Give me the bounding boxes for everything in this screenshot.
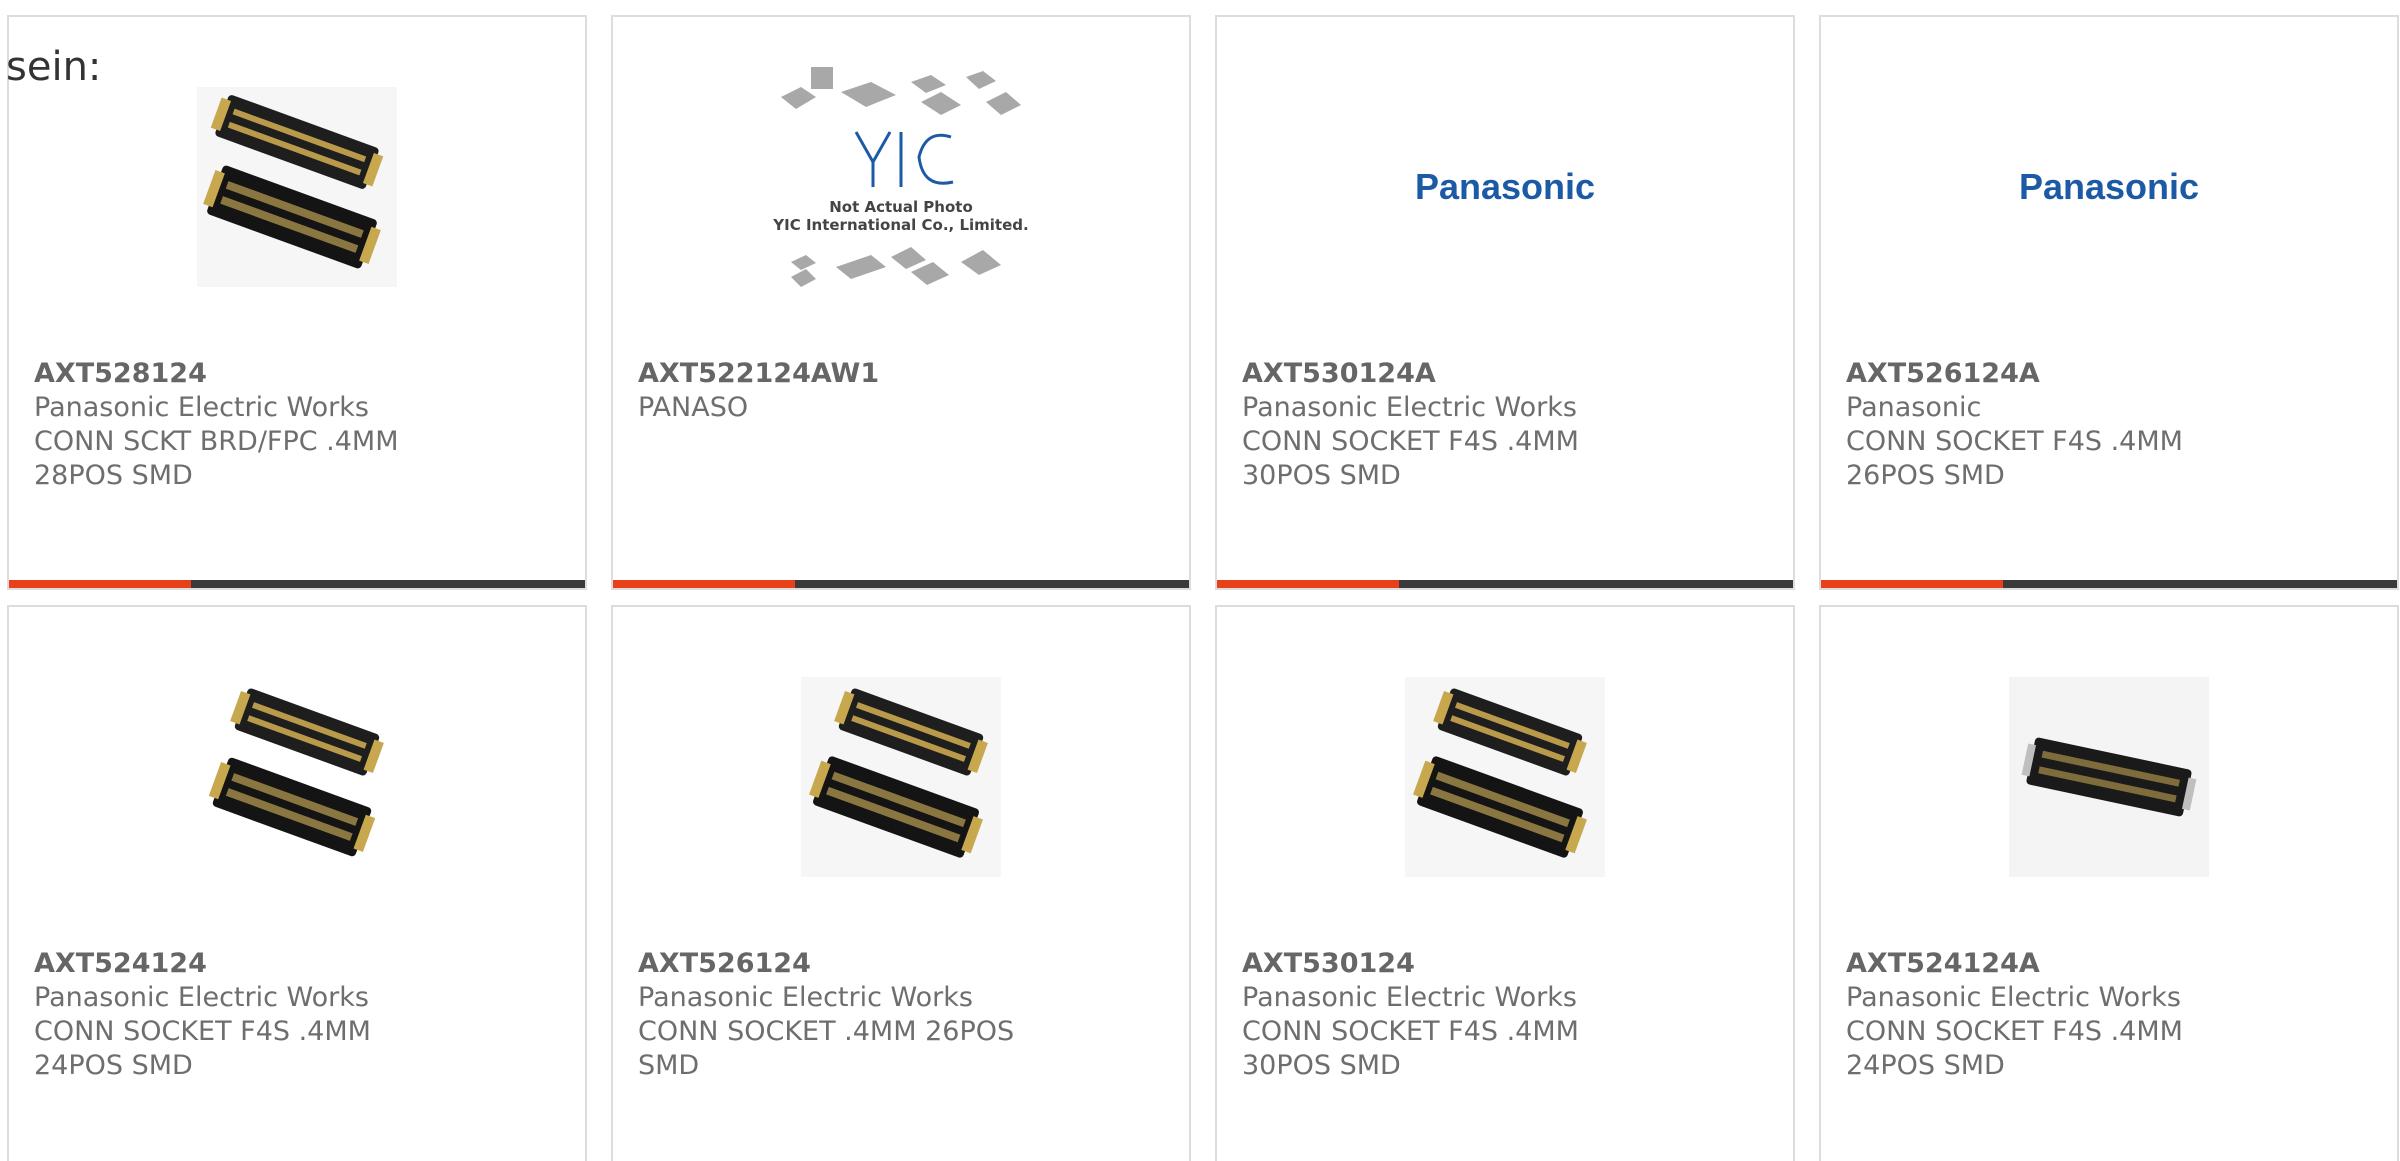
connector-pair-icon: [197, 677, 397, 877]
card-accent-bar: [9, 580, 191, 588]
product-image[interactable]: [9, 607, 585, 947]
description: CONN SOCKET .4MM 26POS SMD: [638, 1016, 1015, 1081]
panasonic-logo: Panasonic: [2018, 166, 2200, 207]
product-grid: AXT528124 Panasonic Electric Works CONN …: [7, 15, 2399, 1161]
card-accent-bar: [613, 580, 795, 588]
product-card[interactable]: Not Actual Photo YIC International Co., …: [611, 15, 1191, 590]
description: CONN SOCKET F4S .4MM 30POS SMD: [1242, 426, 1579, 491]
card-accent-bar: [1821, 580, 2003, 588]
part-number[interactable]: AXT528124: [34, 357, 454, 391]
placeholder-line1: Not Actual Photo: [829, 198, 973, 216]
product-card[interactable]: Panasonic AXT526124A Panasonic CONN SOCK…: [1819, 15, 2399, 590]
product-image[interactable]: [1217, 607, 1793, 947]
description: CONN SCKT BRD/FPC .4MM 28POS SMD: [34, 426, 399, 491]
card-accent-bar: [1217, 580, 1399, 588]
description: CONN SOCKET F4S .4MM 30POS SMD: [1242, 1016, 1579, 1081]
product-image[interactable]: Panasonic: [1217, 17, 1793, 357]
manufacturer: Panasonic Electric Works: [1846, 982, 2181, 1013]
part-number[interactable]: AXT526124: [638, 947, 1058, 981]
part-number[interactable]: AXT524124A: [1846, 947, 2266, 981]
card-bottom-bar: [9, 580, 585, 588]
part-number[interactable]: AXT530124A: [1242, 357, 1662, 391]
part-number[interactable]: AXT526124A: [1846, 357, 2266, 391]
connector-pair-icon: [801, 677, 1001, 877]
manufacturer: Panasonic Electric Works: [1242, 982, 1577, 1013]
intro-text: sein:: [6, 44, 102, 90]
product-listing-page: sein: AXT528124 Panasonic Electric Works…: [0, 0, 2400, 1161]
manufacturer: Panasonic Electric Works: [34, 392, 369, 423]
connector-pair-icon: [1405, 677, 1605, 877]
product-card[interactable]: AXT526124 Panasonic Electric Works CONN …: [611, 605, 1191, 1161]
manufacturer: Panasonic Electric Works: [1242, 392, 1577, 423]
manufacturer: Panasonic: [1846, 392, 1982, 423]
part-number[interactable]: AXT524124: [34, 947, 454, 981]
product-image[interactable]: Panasonic: [1821, 17, 2397, 357]
connector-single-icon: [2009, 677, 2209, 877]
description: CONN SOCKET F4S .4MM 26POS SMD: [1846, 426, 2183, 491]
product-card[interactable]: AXT524124 Panasonic Electric Works CONN …: [7, 605, 587, 1161]
product-card[interactable]: AXT524124A Panasonic Electric Works CONN…: [1819, 605, 2399, 1161]
product-image[interactable]: Not Actual Photo YIC International Co., …: [613, 17, 1189, 357]
manufacturer: Panasonic Electric Works: [34, 982, 369, 1013]
panasonic-logo: Panasonic: [1414, 166, 1596, 207]
manufacturer: PANASO: [638, 392, 749, 423]
product-card[interactable]: AXT530124 Panasonic Electric Works CONN …: [1215, 605, 1795, 1161]
product-image[interactable]: [1821, 607, 2397, 947]
product-card[interactable]: AXT528124 Panasonic Electric Works CONN …: [7, 15, 587, 590]
placeholder-line2: YIC International Co., Limited.: [772, 216, 1028, 234]
card-bottom-bar: [1821, 580, 2397, 588]
product-image[interactable]: [613, 607, 1189, 947]
part-number[interactable]: AXT530124: [1242, 947, 1662, 981]
description: CONN SOCKET F4S .4MM 24POS SMD: [1846, 1016, 2183, 1081]
card-bottom-bar: [613, 580, 1189, 588]
description: CONN SOCKET F4S .4MM 24POS SMD: [34, 1016, 371, 1081]
manufacturer: Panasonic Electric Works: [638, 982, 973, 1013]
card-bottom-bar: [1217, 580, 1793, 588]
part-number[interactable]: AXT522124AW1: [638, 357, 1058, 391]
not-actual-photo-placeholder-icon: Not Actual Photo YIC International Co., …: [772, 67, 1029, 287]
product-card[interactable]: Panasonic AXT530124A Panasonic Electric …: [1215, 15, 1795, 590]
connector-pair-icon: [197, 87, 397, 287]
